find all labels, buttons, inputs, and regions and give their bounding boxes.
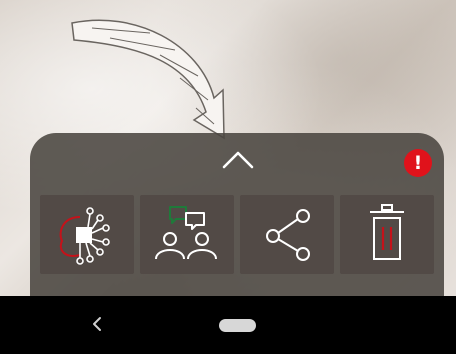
people-chat-icon (155, 206, 217, 260)
hand-drawn-arrow (71, 19, 225, 140)
trash-icon (370, 204, 404, 260)
home-pill-icon[interactable] (219, 319, 256, 332)
notification-badge[interactable]: ! (404, 149, 432, 177)
ai-button[interactable]: AI (40, 195, 134, 274)
share-button[interactable] (240, 195, 334, 274)
share-icon (266, 209, 310, 261)
chevron-up-icon[interactable] (221, 150, 255, 170)
system-navigation-bar (0, 296, 456, 354)
chat-button[interactable] (140, 195, 234, 274)
chevron-left-icon[interactable] (86, 313, 108, 335)
ai-brain-icon: AI (59, 207, 110, 265)
delete-button[interactable] (340, 195, 434, 274)
ai-label: AI (78, 232, 88, 242)
